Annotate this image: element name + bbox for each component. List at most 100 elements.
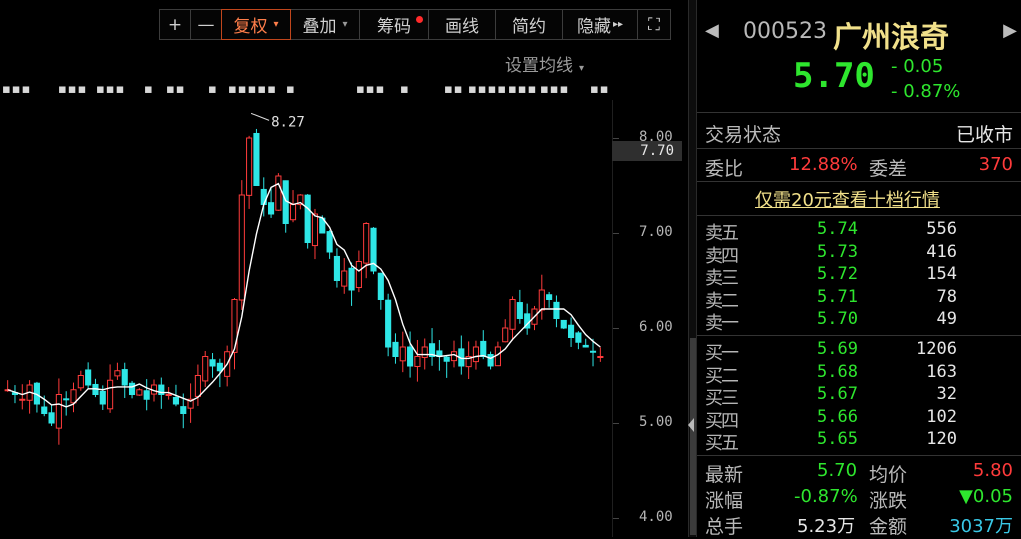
candlestick[interactable] (348, 262, 355, 306)
prev-stock-arrow-icon[interactable]: ◀ (705, 20, 719, 41)
candlestick[interactable] (560, 319, 567, 330)
event-marker[interactable]: ▪▪▪ (96, 82, 125, 97)
simple-mode-button[interactable]: 简约 (495, 9, 563, 40)
candlestick[interactable] (538, 274, 545, 320)
candlestick[interactable] (187, 383, 194, 423)
event-marker[interactable]: ▪▪ (166, 82, 186, 97)
candlestick[interactable] (568, 317, 575, 347)
candlestick[interactable] (333, 248, 340, 288)
candlestick[interactable] (370, 227, 377, 275)
draw-line-button[interactable]: 画线 (428, 9, 496, 40)
event-marker[interactable]: ▪▪▪ (540, 82, 569, 97)
candlestick[interactable] (19, 384, 26, 410)
adjust-rights-button[interactable]: 复权 ▾ (221, 9, 291, 40)
candlestick[interactable] (63, 391, 70, 416)
candlestick[interactable] (282, 180, 289, 233)
candlestick[interactable] (48, 404, 55, 427)
candlestick[interactable] (202, 350, 209, 388)
bid-level-row[interactable]: 买一 5.69 1206 (697, 339, 1021, 364)
bid-level-row[interactable]: 买三 5.67 32 (697, 384, 1021, 409)
candlestick[interactable] (385, 293, 392, 357)
candlestick[interactable] (297, 194, 304, 210)
candlestick[interactable] (121, 362, 128, 398)
ma-settings-dropdown[interactable]: 设置均线 ▾ (505, 51, 584, 76)
ask-level-row[interactable]: 卖三 5.72 154 (697, 264, 1021, 289)
candlestick[interactable] (55, 378, 62, 445)
candlestick[interactable] (377, 272, 384, 310)
candlestick[interactable] (114, 362, 121, 380)
candlestick[interactable] (92, 378, 99, 398)
zoom-in-button[interactable]: + (159, 9, 191, 40)
candlestick[interactable] (480, 330, 487, 360)
candlestick[interactable] (11, 385, 19, 404)
candlestick[interactable] (143, 379, 150, 411)
event-marker[interactable]: ▪▪ (444, 82, 464, 97)
candlestick[interactable] (70, 382, 77, 413)
event-marker[interactable]: ▪ (400, 82, 410, 97)
bid-level-row[interactable]: 买四 5.66 102 (697, 407, 1021, 432)
event-marker[interactable]: ▪▪▪▪ (468, 82, 507, 97)
candlestick[interactable] (597, 347, 604, 362)
bid-level-row[interactable]: 买五 5.65 120 (697, 429, 1021, 454)
candlestick[interactable] (363, 222, 370, 279)
candlestick[interactable] (546, 291, 553, 308)
ask-level-row[interactable]: 卖四 5.73 416 (697, 242, 1021, 267)
candlestick[interactable] (487, 351, 494, 370)
event-marker[interactable]: ▪▪▪ (58, 82, 87, 97)
candlestick[interactable] (289, 190, 297, 223)
candlestick[interactable] (136, 388, 143, 396)
overlay-button[interactable]: 叠加 ▾ (290, 9, 360, 40)
candlestick[interactable] (509, 296, 516, 341)
chips-button[interactable]: 筹码 (359, 9, 429, 40)
candlestick[interactable] (341, 258, 348, 294)
zoom-out-button[interactable]: — (190, 9, 222, 40)
candlestick[interactable] (194, 364, 201, 406)
candlestick[interactable] (209, 353, 216, 378)
candlestick[interactable] (472, 340, 480, 370)
candlestick[interactable] (575, 331, 582, 350)
candlestick[interactable] (33, 381, 40, 413)
candlestick[interactable] (231, 297, 238, 370)
candlestick[interactable] (128, 380, 136, 399)
candlestick[interactable] (502, 319, 509, 343)
scrollbar-handle[interactable] (690, 338, 696, 535)
candlestick[interactable] (77, 370, 84, 391)
candlestick[interactable] (516, 289, 523, 324)
candlestick[interactable] (524, 303, 531, 335)
candlestick[interactable] (253, 128, 260, 186)
bid-level-row[interactable]: 买二 5.68 163 (697, 362, 1021, 387)
candlestick[interactable] (414, 339, 421, 382)
candlestick[interactable] (85, 362, 92, 389)
collapse-left-icon[interactable] (688, 418, 694, 432)
event-marker[interactable]: ▪ (208, 82, 218, 97)
event-marker[interactable]: ▪▪▪ (356, 82, 385, 97)
candlestick[interactable] (428, 328, 436, 366)
next-stock-arrow-icon[interactable]: ▶ (1003, 20, 1017, 41)
candlestick[interactable] (582, 338, 589, 348)
event-marker[interactable]: ▪▪▪ (508, 82, 537, 97)
candlestick[interactable] (458, 335, 465, 375)
candlestick[interactable] (553, 295, 560, 328)
candlestick[interactable] (275, 173, 282, 211)
event-marker[interactable]: ▪ (144, 82, 154, 97)
candlestick[interactable] (304, 194, 311, 249)
ask-level-row[interactable]: 卖一 5.70 49 (697, 309, 1021, 334)
candlestick[interactable] (326, 230, 333, 259)
candlestick[interactable] (392, 333, 399, 364)
candlestick[interactable] (246, 135, 253, 209)
candlestick[interactable] (238, 180, 245, 311)
event-marker[interactable]: ▪ (286, 82, 296, 97)
event-marker[interactable]: ▪▪▪▪▪ (228, 82, 277, 97)
candlestick[interactable] (399, 331, 406, 373)
candlestick[interactable] (443, 355, 450, 378)
fullscreen-button[interactable]: ⛶ (637, 9, 671, 40)
candlestick[interactable] (465, 341, 472, 379)
ask-level-row[interactable]: 卖五 5.74 556 (697, 219, 1021, 244)
kline-chart-pane[interactable]: + — 复权 ▾ 叠加 ▾ 筹码 画线 简约 隐藏 ▸▸ ⛶ 设置均线 ▾ ▪▪▪ ▪▪▪ ▪▪▪ ▪ ▪▪ ▪ ▪… (0, 0, 688, 537)
ask-level-row[interactable]: 卖二 5.71 78 (697, 287, 1021, 312)
hide-button[interactable]: 隐藏 ▸▸ (562, 9, 638, 40)
event-marker[interactable]: ▪▪ (590, 82, 610, 97)
event-marker[interactable]: ▪▪▪ (2, 82, 31, 97)
candlestick[interactable] (26, 380, 33, 414)
ten-level-link[interactable]: 仅需20元查看十档行情 (755, 186, 940, 212)
